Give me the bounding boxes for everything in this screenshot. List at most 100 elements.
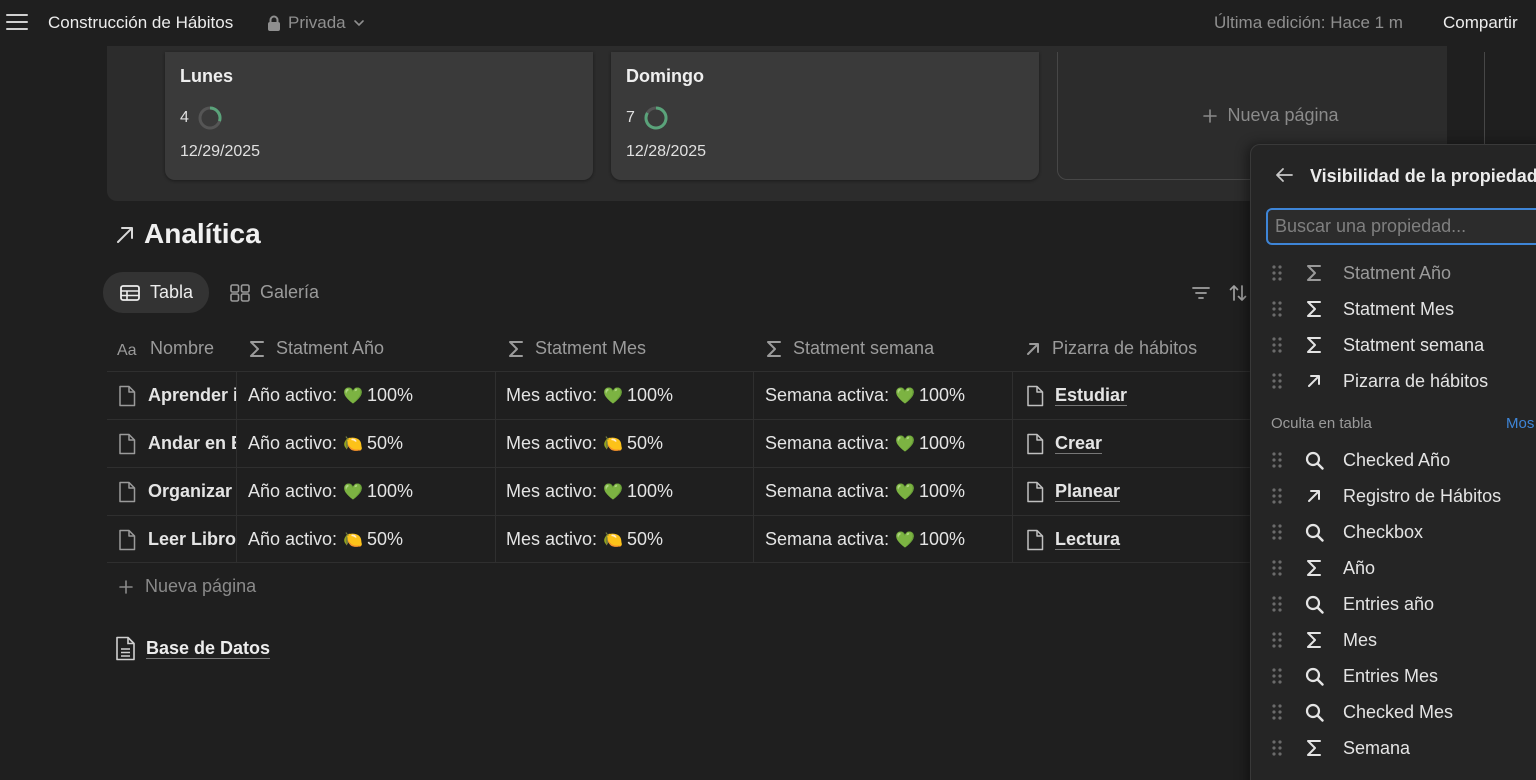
database-title[interactable]: Analítica (144, 218, 261, 250)
property-search-input[interactable] (1266, 208, 1536, 245)
card-count: 4 (180, 106, 222, 130)
drag-handle-icon[interactable] (1271, 451, 1285, 469)
filter-icon[interactable] (1192, 285, 1210, 301)
drag-handle-icon[interactable] (1271, 264, 1285, 282)
property-item[interactable]: Pizarra de hábitos (1271, 366, 1536, 396)
statment-ano-cell[interactable]: Año activo: 💚 100% (236, 468, 495, 515)
statment-mes-cell[interactable]: Mes activo: 💚 100% (495, 372, 754, 419)
show-all-button[interactable]: Mos (1506, 415, 1534, 432)
drag-handle-icon[interactable] (1271, 595, 1285, 613)
property-visibility-panel: Visibilidad de la propiedad Statment Año… (1250, 144, 1536, 780)
hamburger-menu-icon[interactable] (6, 12, 28, 32)
property-item[interactable]: Semana (1271, 733, 1536, 763)
statment-mes-cell[interactable]: Mes activo: 🍋 50% (495, 516, 754, 563)
share-button[interactable]: Compartir (1443, 13, 1518, 33)
property-item[interactable]: Entries año (1271, 589, 1536, 619)
property-item[interactable]: Statment Mes (1271, 294, 1536, 324)
relation-link[interactable]: Planear (1055, 481, 1121, 502)
name-cell[interactable]: Andar en B (117, 420, 236, 467)
property-item[interactable]: Checked Año (1271, 445, 1536, 475)
property-item[interactable]: Statment semana (1271, 330, 1536, 360)
sort-icon[interactable] (1229, 284, 1247, 302)
progress-ring-icon (644, 106, 668, 130)
status-emoji-icon: 💚 (895, 531, 915, 549)
back-arrow-icon[interactable] (1275, 167, 1293, 183)
property-item[interactable]: Statment Año (1271, 258, 1536, 288)
property-item[interactable]: Mes (1271, 625, 1536, 655)
progress-ring-icon (198, 106, 222, 130)
card-date: 12/28/2025 (626, 143, 707, 160)
name-cell[interactable]: Organizar (117, 468, 236, 515)
property-item[interactable]: Año (1271, 553, 1536, 583)
drag-handle-icon[interactable] (1271, 559, 1285, 577)
board-card[interactable]: Lunes 4 12/29/2025 (165, 52, 593, 180)
statment-semana-cell[interactable]: Semana activa: 💚 100% (753, 372, 1012, 419)
status-emoji-icon: 💚 (895, 387, 915, 405)
drag-handle-icon[interactable] (1271, 739, 1285, 757)
table-row[interactable]: Andar en B Año activo: 🍋 50% Mes activo:… (107, 419, 1250, 467)
database-link[interactable]: Base de Datos (115, 636, 271, 661)
tab-label: Galería (260, 282, 320, 302)
statment-ano-cell[interactable]: Año activo: 🍋 50% (236, 516, 495, 563)
table-row[interactable]: Aprender i Año activo: 💚 100% Mes activo… (107, 371, 1250, 419)
document-icon (115, 636, 136, 661)
statment-ano-cell[interactable]: Año activo: 💚 100% (236, 372, 495, 419)
svg-text:Aa: Aa (117, 342, 137, 357)
drag-handle-icon[interactable] (1271, 487, 1285, 505)
drag-handle-icon[interactable] (1271, 631, 1285, 649)
sigma-icon (1303, 264, 1325, 282)
tab-label: Tabla (150, 282, 194, 302)
statment-semana-cell[interactable]: Semana activa: 💚 100% (753, 420, 1012, 467)
statment-mes-cell[interactable]: Mes activo: 💚 100% (495, 468, 754, 515)
card-date: 12/29/2025 (180, 143, 261, 160)
tab-gallery[interactable]: Galería (213, 272, 335, 313)
statment-semana-cell[interactable]: Semana activa: 💚 100% (753, 516, 1012, 563)
relation-arrow-icon (1303, 488, 1325, 504)
statment-ano-cell[interactable]: Año activo: 🍋 50% (236, 420, 495, 467)
page-icon (1025, 529, 1045, 551)
name-cell[interactable]: Leer Libro (117, 516, 236, 563)
board-card[interactable]: Domingo 7 12/28/2025 (611, 52, 1039, 180)
table-header: Aa Nombre Statment Año Statment Mes Stat… (107, 326, 1250, 371)
linked-view-arrow-icon[interactable] (116, 226, 134, 244)
statment-mes-cell[interactable]: Mes activo: 🍋 50% (495, 420, 754, 467)
drag-handle-icon[interactable] (1271, 336, 1285, 354)
table-row[interactable]: Organizar Año activo: 💚 100% Mes activo:… (107, 467, 1250, 515)
status-emoji-icon: 💚 (895, 435, 915, 453)
relation-arrow-icon (1303, 373, 1325, 389)
property-item[interactable]: Entries Mes (1271, 661, 1536, 691)
relation-cell[interactable]: Crear (1012, 420, 1250, 467)
column-header-statment-mes[interactable]: Statment Mes (508, 338, 646, 359)
relation-link[interactable]: Estudiar (1055, 385, 1128, 406)
name-cell[interactable]: Aprender i (117, 372, 236, 419)
relation-cell[interactable]: Estudiar (1012, 372, 1250, 419)
drag-handle-icon[interactable] (1271, 667, 1285, 685)
relation-link[interactable]: Lectura (1055, 529, 1121, 550)
property-item[interactable]: Checked Mes (1271, 697, 1536, 727)
drag-handle-icon[interactable] (1271, 523, 1285, 541)
column-header-statment-ano[interactable]: Statment Año (249, 338, 384, 359)
drag-handle-icon[interactable] (1271, 372, 1285, 390)
drag-handle-icon[interactable] (1271, 300, 1285, 318)
column-header-nombre[interactable]: Aa Nombre (117, 338, 214, 359)
column-header-statment-semana[interactable]: Statment semana (766, 338, 934, 359)
table-row[interactable]: Leer Libro Año activo: 🍋 50% Mes activo:… (107, 515, 1250, 563)
page-icon (1025, 433, 1045, 455)
drag-handle-icon[interactable] (1271, 703, 1285, 721)
page-icon (117, 529, 137, 551)
privacy-selector[interactable]: Privada (267, 13, 365, 33)
relation-cell[interactable]: Lectura (1012, 516, 1250, 563)
statment-semana-cell[interactable]: Semana activa: 💚 100% (753, 468, 1012, 515)
sigma-icon (1303, 336, 1325, 354)
relation-cell[interactable]: Planear (1012, 468, 1250, 515)
property-item[interactable]: Checkbox (1271, 517, 1536, 547)
relation-arrow-icon (1025, 341, 1041, 357)
column-header-pizarra-de-habitos[interactable]: Pizarra de hábitos (1025, 338, 1197, 359)
page-title[interactable]: Construcción de Hábitos (48, 13, 233, 33)
card-count: 7 (626, 106, 668, 130)
relation-link[interactable]: Crear (1055, 433, 1103, 454)
tab-table[interactable]: Tabla (103, 272, 210, 313)
sigma-icon (508, 340, 524, 358)
new-row-button[interactable]: Nueva página (119, 576, 256, 597)
property-item[interactable]: Registro de Hábitos (1271, 481, 1536, 511)
